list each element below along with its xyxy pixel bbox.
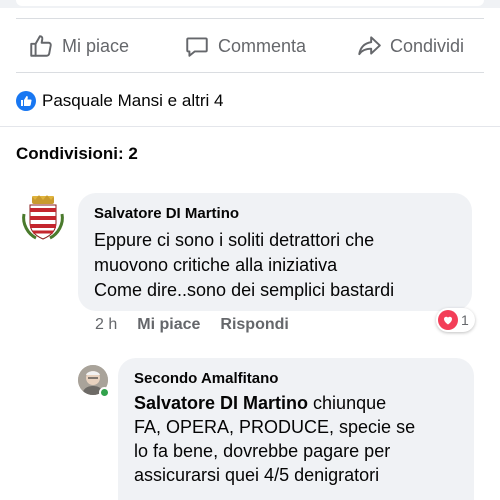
coat-of-arms-avatar	[16, 192, 70, 246]
heart-reaction-icon	[438, 310, 458, 330]
comment-line: Eppure ci sono i soliti detrattori che	[94, 230, 375, 250]
comment-meta: 2 h Mi piace Rispondi	[95, 316, 289, 334]
comment-label: Commenta	[218, 35, 307, 56]
comment-author[interactable]: Secondo Amalfitano	[134, 370, 458, 387]
comment-bubble: Secondo Amalfitano Salvatore DI Martino …	[118, 358, 474, 500]
share-label: Condividi	[390, 35, 465, 56]
comment-line: FA, OPERA, PRODUCE, specie se	[134, 417, 416, 437]
comment-bubble: Salvatore DI Martino Eppure ci sono i so…	[78, 193, 472, 311]
comment-button[interactable]: Commenta	[184, 22, 306, 70]
comment-reaction-count[interactable]: 1	[436, 308, 475, 332]
reactions-summary-text: Pasquale Mansi e altri 4	[42, 91, 224, 110]
like-button[interactable]: Mi piace	[28, 22, 129, 70]
comment-line: Come dire..sono dei semplici bastardi	[94, 280, 395, 300]
thumbs-up-icon	[30, 35, 52, 57]
comment-line: lo fa bene, dovrebbe pagare per	[134, 441, 391, 461]
divider	[16, 18, 484, 19]
shares-count[interactable]: Condivisioni: 2	[16, 144, 138, 164]
comment-text: Eppure ci sono i soliti detrattori che m…	[94, 228, 456, 303]
online-status-indicator	[99, 387, 110, 398]
comment-line: assicurarsi quei 4/5 denigratori	[134, 465, 380, 485]
comment-timestamp[interactable]: 2 h	[95, 316, 117, 334]
mention-link[interactable]: Salvatore DI Martino	[134, 393, 308, 413]
reaction-count-value: 1	[461, 312, 469, 328]
post-action-bar: Mi piace Commenta Condividi	[0, 22, 500, 70]
comment-like-button[interactable]: Mi piace	[137, 316, 200, 334]
comment-bubble-icon	[186, 37, 208, 57]
comment-line: Salvatore DI Martino chiunque	[134, 391, 458, 415]
share-arrow-icon	[358, 36, 381, 56]
like-reaction-icon	[16, 91, 36, 111]
like-label: Mi piace	[62, 35, 130, 56]
previous-post-edge	[0, 0, 500, 8]
comment-line-text: chiunque	[308, 393, 387, 413]
share-button[interactable]: Condividi	[356, 22, 464, 70]
comment-author[interactable]: Salvatore DI Martino	[94, 205, 456, 222]
divider	[0, 126, 500, 127]
avatar[interactable]	[16, 192, 70, 246]
reactions-summary[interactable]: Pasquale Mansi e altri 4	[16, 88, 223, 114]
comment-text: Salvatore DI Martino chiunque FA, OPERA,…	[134, 391, 458, 487]
comment-line: muovono critiche alla iniziativa	[94, 255, 338, 275]
comment-reply-button[interactable]: Rispondi	[220, 316, 288, 334]
divider	[16, 72, 484, 73]
